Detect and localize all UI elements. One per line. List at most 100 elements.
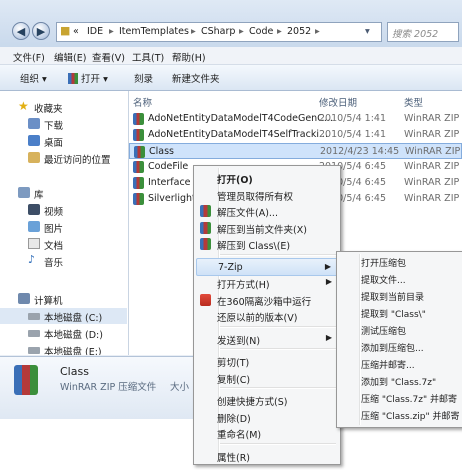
- file-row[interactable]: AdoNetEntityDataModelT4SelfTracki... 2010…: [129, 127, 462, 143]
- pictures-icon: [28, 221, 40, 232]
- forward-arrow-icon[interactable]: ▶: [32, 22, 50, 40]
- music-icon: ♪: [28, 253, 36, 266]
- submenu-label: 压缩 "Class.zip" 并邮寄: [361, 412, 460, 422]
- submenu-item[interactable]: 测试压缩包: [339, 322, 460, 338]
- nav-music[interactable]: ♪ 音乐: [0, 253, 127, 269]
- context-menu-label: 重命名(M): [217, 430, 262, 441]
- file-date: 2010/5/4 1:41: [319, 113, 387, 124]
- context-menu-item[interactable]: 复制(C): [196, 369, 338, 387]
- context-menu-item[interactable]: 打开(O): [196, 169, 338, 187]
- nav-desktop[interactable]: 桌面: [0, 133, 127, 149]
- nav-recent-label: 最近访问的位置: [44, 155, 111, 166]
- search-input[interactable]: 搜索 2052: [387, 22, 459, 42]
- column-type[interactable]: 类型: [404, 95, 423, 109]
- 360-sandbox-icon: [200, 293, 211, 306]
- breadcrumb-code[interactable]: Code: [249, 26, 273, 37]
- winrar-icon: [133, 161, 144, 173]
- nav-drive-c[interactable]: 本地磁盘 (C:): [0, 308, 127, 324]
- burn-button[interactable]: 刻录: [134, 71, 153, 85]
- context-menu-label: 复制(C): [217, 374, 251, 386]
- context-menu-label: 7-Zip: [218, 261, 243, 273]
- context-menu-item[interactable]: 打开方式(H) ▶: [196, 274, 338, 292]
- context-menu-label: 发送到(N): [217, 335, 261, 347]
- file-type: WinRAR ZIP: [404, 177, 460, 188]
- breadcrumb-chevron-icon[interactable]: ▸: [277, 26, 282, 37]
- nav-pictures[interactable]: 图片: [0, 219, 127, 235]
- submenu-item[interactable]: 提取到 "Class\": [339, 305, 460, 321]
- context-menu-item[interactable]: 解压到 Class\(E): [196, 235, 338, 253]
- menu-file[interactable]: 文件(F): [13, 50, 45, 64]
- context-menu-item[interactable]: 重命名(M): [196, 424, 338, 442]
- command-toolbar: 组织 ▾ 打开 ▾ 刻录 新建文件夹: [0, 65, 462, 91]
- nav-favorites[interactable]: ★ 收藏夹: [0, 99, 127, 115]
- file-row[interactable]: Class 2012/4/23 14:45 WinRAR ZIP: [129, 143, 462, 159]
- submenu-label: 提取到当前目录: [361, 293, 425, 303]
- breadcrumb-chevron-icon[interactable]: ▸: [239, 26, 244, 37]
- menu-tools[interactable]: 工具(T): [132, 50, 164, 64]
- address-field[interactable]: ■ « IDE ▸ ItemTemplates ▸ CSharp ▸ Code …: [56, 22, 382, 42]
- details-file-name: Class: [60, 365, 89, 378]
- open-button[interactable]: 打开 ▾: [68, 71, 108, 85]
- organize-button[interactable]: 组织 ▾: [20, 71, 47, 85]
- submenu-item[interactable]: 压缩并邮寄...: [339, 356, 460, 372]
- nav-videos-label: 视频: [44, 207, 64, 218]
- context-menu-item[interactable]: 解压文件(A)...: [196, 202, 338, 220]
- winrar-icon: [200, 205, 211, 217]
- context-menu-item[interactable]: 解压到当前文件夹(X): [196, 219, 338, 237]
- submenu-item[interactable]: 提取到当前目录: [339, 288, 460, 304]
- breadcrumb-2052[interactable]: 2052: [287, 26, 311, 37]
- menu-view[interactable]: 查看(V): [92, 50, 125, 64]
- breadcrumb-itemtemplates[interactable]: ItemTemplates: [119, 26, 189, 37]
- context-menu-item[interactable]: 剪切(T): [196, 352, 338, 370]
- submenu-label: 添加到 "Class.7z": [361, 378, 437, 388]
- nav-drive-e[interactable]: 本地磁盘 (E:): [0, 342, 127, 355]
- submenu-item[interactable]: 添加到压缩包...: [339, 339, 460, 355]
- 7zip-submenu: 打开压缩包 提取文件... 提取到当前目录提取到 "Class\" 测试压缩包 添加到压…: [336, 251, 462, 428]
- nav-documents[interactable]: 文档: [0, 236, 127, 252]
- details-file-type: WinRAR ZIP 压缩文件: [60, 382, 157, 393]
- submenu-item[interactable]: 提取文件...: [339, 271, 460, 287]
- context-menu-item[interactable]: 在360隔离沙箱中运行: [196, 291, 338, 309]
- submenu-item[interactable]: 压缩 "Class.7z" 并邮寄: [339, 390, 460, 406]
- nav-libraries[interactable]: 库: [0, 185, 127, 201]
- breadcrumb-chevron-icon[interactable]: ▸: [315, 26, 320, 37]
- column-date[interactable]: 修改日期: [319, 95, 357, 109]
- breadcrumb-overflow[interactable]: «: [73, 26, 79, 37]
- context-menu-item[interactable]: 7-Zip ▶: [196, 257, 338, 276]
- context-menu-item[interactable]: 删除(D): [196, 408, 338, 426]
- nav-download[interactable]: 下载: [0, 116, 127, 132]
- submenu-item[interactable]: 打开压缩包: [339, 254, 460, 270]
- file-row[interactable]: AdoNetEntityDataModelT4CodeGenC... 2010/5…: [129, 111, 462, 127]
- submenu-item[interactable]: 添加到 "Class.7z": [339, 373, 460, 389]
- winrar-archive-icon: [14, 365, 38, 395]
- context-menu-item[interactable]: 还原以前的版本(V): [196, 307, 338, 325]
- nav-recent[interactable]: 最近访问的位置: [0, 150, 127, 166]
- context-menu-item[interactable]: 创建快捷方式(S): [196, 391, 338, 409]
- drive-icon: [28, 313, 40, 320]
- context-menu-item[interactable]: 属性(R): [196, 447, 338, 465]
- breadcrumb-chevron-icon[interactable]: ▸: [191, 26, 196, 37]
- context-menu-item[interactable]: 管理员取得所有权: [196, 186, 338, 204]
- computer-icon: [18, 293, 30, 304]
- menu-edit[interactable]: 编辑(E): [54, 50, 86, 64]
- nav-computer[interactable]: 计算机: [0, 291, 127, 307]
- new-folder-button[interactable]: 新建文件夹: [172, 71, 220, 85]
- breadcrumb-chevron-icon[interactable]: ▸: [109, 26, 114, 37]
- nav-drive-d[interactable]: 本地磁盘 (D:): [0, 325, 127, 341]
- nav-music-label: 音乐: [44, 258, 64, 269]
- column-name[interactable]: 名称: [133, 95, 152, 109]
- breadcrumb-ide[interactable]: IDE: [87, 26, 103, 37]
- submenu-item[interactable]: 压缩 "Class.zip" 并邮寄: [339, 407, 460, 423]
- back-arrow-icon[interactable]: ◀: [12, 22, 30, 40]
- address-dropdown-icon[interactable]: ▾: [365, 26, 370, 37]
- context-menu-label: 打开(O): [217, 175, 253, 186]
- menu-help[interactable]: 帮助(H): [172, 50, 206, 64]
- menu-bar: 文件(F) 编辑(E) 查看(V) 工具(T) 帮助(H): [0, 47, 462, 65]
- library-icon: [18, 187, 30, 198]
- menu-separator: [220, 442, 336, 445]
- breadcrumb-csharp[interactable]: CSharp: [201, 26, 235, 37]
- context-menu-label: 打开方式(H): [217, 280, 270, 291]
- nav-videos[interactable]: 视频: [0, 202, 127, 218]
- nav-drive-d-label: 本地磁盘 (D:): [44, 330, 103, 341]
- context-menu-item[interactable]: 发送到(N) ▶: [196, 330, 338, 348]
